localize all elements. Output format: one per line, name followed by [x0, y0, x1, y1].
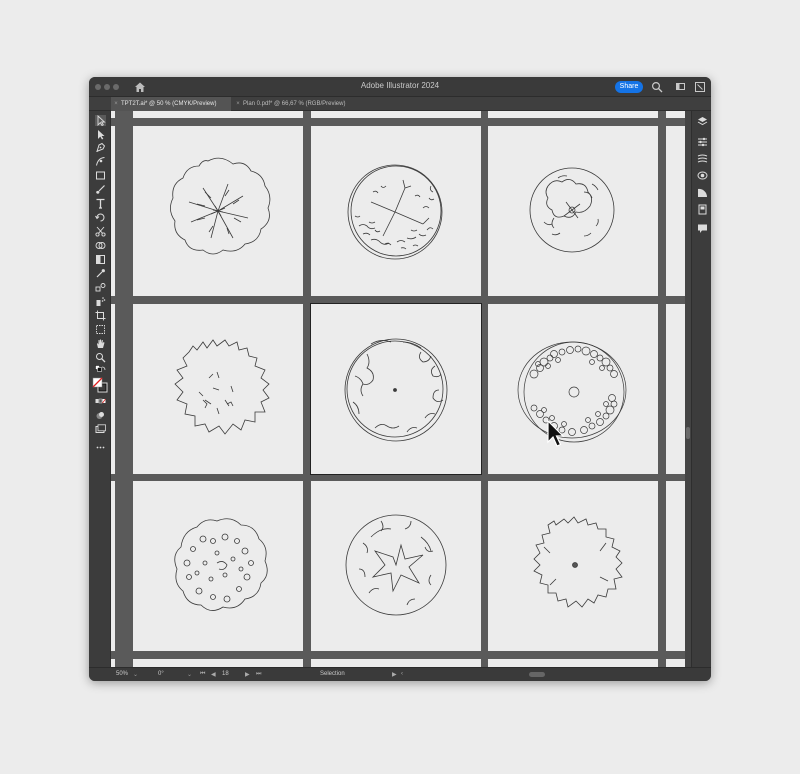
rotate-tool-icon[interactable] — [95, 212, 106, 223]
type-tool-icon[interactable] — [95, 198, 106, 209]
comments-icon[interactable] — [697, 223, 708, 234]
artboard-tree-star-center[interactable] — [311, 481, 481, 651]
horizontal-scrollbar-thumb[interactable] — [529, 672, 545, 677]
share-button[interactable]: Share — [615, 81, 643, 93]
selection-tool-icon[interactable] — [95, 115, 106, 126]
color-mode-icon[interactable] — [95, 396, 106, 407]
partial-artboard — [133, 659, 303, 667]
rectangle-tool-icon[interactable] — [95, 170, 106, 181]
screen-mode-icon[interactable] — [95, 424, 106, 435]
workspace-layout-icon[interactable] — [676, 83, 685, 90]
previous-artboard-icon[interactable]: ◀ — [211, 671, 216, 678]
partial-artboard — [111, 659, 115, 667]
artboard-tool-icon[interactable] — [95, 310, 106, 321]
status-menu-arrow-icon[interactable]: ▶ — [392, 671, 397, 678]
artboard-tree-dotted-canopy[interactable] — [133, 481, 303, 651]
zoom-level-field[interactable]: 50% — [116, 671, 128, 677]
artboard-tree-leafy-outline[interactable] — [133, 304, 303, 474]
partial-artboard — [666, 126, 685, 296]
zoom-tool-icon[interactable] — [95, 352, 106, 363]
partial-artboard — [666, 304, 685, 474]
shape-builder-tool-icon[interactable] — [95, 240, 106, 251]
partial-artboard — [311, 659, 481, 667]
partial-artboard — [666, 111, 685, 118]
appearance-icon[interactable] — [697, 170, 708, 181]
tab-document-tpt2t[interactable]: × TPT2T.ai* @ 50 % (CMYK/Preview) — [111, 97, 231, 111]
blend-tool-icon[interactable] — [95, 282, 106, 293]
layers-icon[interactable] — [697, 116, 708, 127]
symbol-sprayer-tool-icon[interactable] — [95, 296, 106, 307]
zoom-dropdown-chevron-icon[interactable]: ⌄ — [133, 671, 138, 678]
scissors-tool-icon[interactable] — [95, 226, 106, 237]
rotation-field[interactable]: 0° — [158, 671, 164, 677]
artboard-number-field[interactable]: 18 — [222, 671, 229, 677]
partial-artboard — [666, 481, 685, 651]
draw-mode-icon[interactable] — [95, 410, 106, 421]
tab-label: TPT2T.ai* @ 50 % (CMYK/Preview) — [121, 101, 217, 107]
partial-artboard — [111, 304, 115, 474]
partial-artboard — [111, 481, 115, 651]
illustrator-window: Adobe Illustrator 2024 Share × TPT2T.ai* … — [89, 77, 711, 681]
current-tool-label: Selection — [320, 671, 345, 677]
tab-close-icon[interactable]: × — [233, 97, 243, 111]
eyedropper-tool-icon[interactable] — [95, 268, 106, 279]
pointer-cursor-icon — [547, 420, 565, 447]
hand-tool-icon[interactable] — [95, 338, 106, 349]
default-colors-icon[interactable] — [95, 365, 106, 376]
first-artboard-icon[interactable]: ⏮ — [200, 671, 205, 678]
canvas-area[interactable] — [111, 111, 685, 667]
partial-artboard — [111, 126, 115, 296]
document-tab-bar: × TPT2T.ai* @ 50 % (CMYK/Preview) × Plan 0… — [89, 97, 711, 111]
expand-icon[interactable] — [695, 82, 705, 92]
last-artboard-icon[interactable]: ⏭ — [256, 671, 261, 678]
tab-label: Plan 0.pdf* @ 66,67 % (RGB/Preview) — [243, 101, 346, 107]
partial-artboard — [311, 111, 481, 118]
more-tools-icon[interactable] — [95, 442, 106, 453]
slice-tool-icon[interactable] — [95, 324, 106, 335]
artboard-tree-jagged-outline[interactable] — [488, 481, 658, 651]
pen-tool-icon[interactable] — [95, 142, 106, 153]
right-panel-dock — [691, 111, 711, 667]
gradient-tool-icon[interactable] — [95, 254, 106, 265]
document-info-icon[interactable] — [697, 204, 708, 215]
transparency-icon[interactable] — [697, 187, 708, 198]
direct-selection-tool-icon[interactable] — [95, 129, 106, 140]
curvature-tool-icon[interactable] — [95, 156, 106, 167]
status-bar: 50% ⌄ 0° ⌄ ⏮ ◀ 18 ▶ ⏭ Selection ▶ ‹ — [89, 667, 711, 681]
properties-icon[interactable] — [697, 136, 708, 147]
fill-stroke-swatch-icon[interactable] — [92, 377, 108, 393]
artboard-tree-branching-canopy[interactable] — [133, 126, 303, 296]
scroll-left-arrow-icon[interactable]: ‹ — [401, 671, 403, 677]
libraries-icon[interactable] — [697, 153, 708, 164]
vertical-scrollbar-thumb[interactable] — [686, 427, 690, 439]
artboard-tree-branch-circle-dots[interactable] — [311, 126, 481, 296]
partial-artboard — [666, 659, 685, 667]
search-icon[interactable] — [651, 81, 663, 93]
tools-panel — [89, 111, 111, 667]
partial-artboard — [488, 111, 658, 118]
tab-close-icon[interactable]: × — [111, 97, 121, 111]
partial-artboard — [111, 111, 115, 118]
rotation-dropdown-chevron-icon[interactable]: ⌄ — [187, 671, 192, 678]
artboard-tree-bubbles-ring[interactable] — [488, 304, 658, 474]
tab-document-plan0[interactable]: × Plan 0.pdf* @ 66,67 % (RGB/Preview) — [233, 97, 363, 111]
partial-artboard — [488, 659, 658, 667]
artboard-tree-double-ring[interactable] — [310, 303, 482, 475]
partial-artboard — [133, 111, 303, 118]
next-artboard-icon[interactable]: ▶ — [245, 671, 250, 678]
paintbrush-tool-icon[interactable] — [95, 184, 106, 195]
artboard-tree-small-rough-circle[interactable] — [488, 126, 658, 296]
title-bar: Adobe Illustrator 2024 Share — [89, 77, 711, 97]
